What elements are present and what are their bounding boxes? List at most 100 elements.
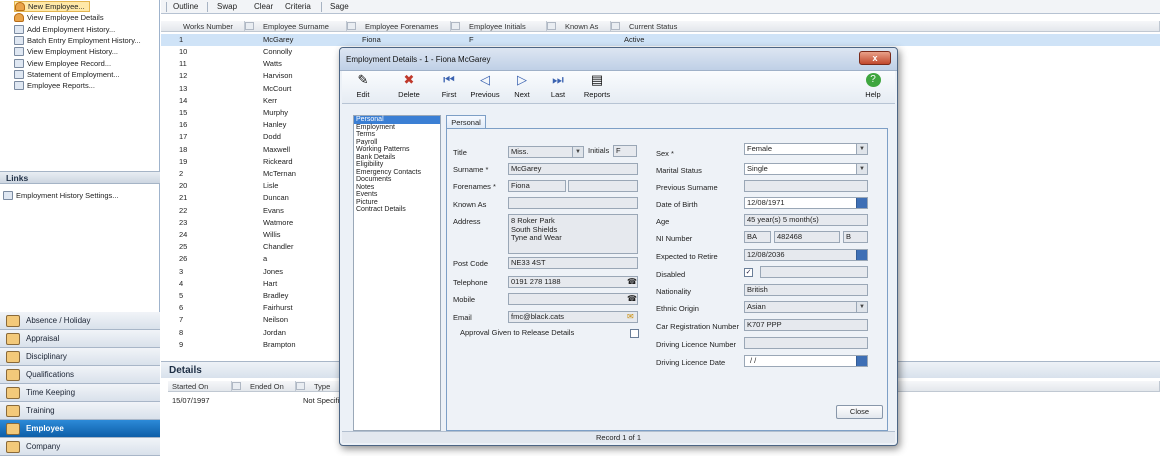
col-ended-on[interactable]: Ended On [232, 381, 296, 392]
section-item[interactable]: Picture [354, 199, 440, 207]
ni-number-field[interactable]: 482468 [774, 231, 840, 243]
help-button[interactable]: ? Help [862, 73, 884, 102]
table-row[interactable]: 22 Evans [161, 205, 341, 217]
task-item[interactable]: View Employment History... [14, 46, 118, 57]
table-row[interactable]: 3 Jones [161, 266, 341, 278]
surname-field[interactable]: McGarey [508, 163, 638, 175]
title-select[interactable]: Miss. ▼ [508, 146, 584, 158]
email-icon[interactable]: ✉ [627, 312, 636, 322]
task-item[interactable]: Add Employment History... [14, 24, 115, 35]
col-forenames[interactable]: Employee Forenames [347, 21, 451, 32]
task-item[interactable]: View Employee Record... [14, 58, 111, 69]
outline-button[interactable]: Outline [173, 0, 198, 14]
next-button[interactable]: ▷ Next [511, 73, 533, 102]
disabled-checkbox[interactable]: ✓ [744, 268, 753, 277]
table-row[interactable]: 26 a [161, 253, 341, 265]
table-row[interactable]: 2 McTernan [161, 168, 341, 180]
table-row-selected[interactable]: 1 McGarey Fiona F Active [161, 34, 1160, 46]
table-row[interactable]: 24 Willis [161, 229, 341, 241]
table-row[interactable]: 9 Brampton [161, 339, 341, 351]
first-button[interactable]: ⏮ First [438, 73, 460, 102]
section-item[interactable]: Bank Details [354, 154, 440, 162]
calendar-icon[interactable] [856, 198, 867, 208]
table-row[interactable]: 19 Rickeard [161, 156, 341, 168]
col-works-number[interactable]: Works Number [161, 21, 245, 32]
table-row[interactable]: 18 Maxwell [161, 144, 341, 156]
col-surname[interactable]: Employee Surname [245, 21, 347, 32]
task-item[interactable]: Statement of Employment... [14, 69, 120, 80]
previous-button[interactable]: ◁ Previous [468, 73, 502, 102]
criteria-button[interactable]: Criteria [285, 0, 311, 14]
phone-icon[interactable]: ☎ [627, 277, 637, 287]
email-field[interactable]: fmc@black.cats ✉ [508, 311, 638, 323]
nav-item[interactable]: Company [0, 438, 160, 456]
col-started-on[interactable]: Started On [168, 381, 232, 392]
section-item[interactable]: Eligibility [354, 161, 440, 169]
nationality-field[interactable]: British [744, 284, 868, 296]
reports-button[interactable]: ▤ Reports [582, 73, 612, 102]
nav-item[interactable]: Absence / Holiday [0, 312, 160, 330]
section-item[interactable]: Events [354, 191, 440, 199]
task-item[interactable]: Batch Entry Employment History... [14, 35, 141, 46]
sex-select[interactable]: Female ▼ [744, 143, 868, 155]
dialog-close-button[interactable]: x [859, 51, 891, 65]
postcode-field[interactable]: NE33 4ST [508, 257, 638, 269]
close-button[interactable]: Close [836, 405, 883, 419]
nav-item[interactable]: Employee [0, 420, 160, 438]
ethnic-select[interactable]: Asian ▼ [744, 301, 868, 313]
table-row[interactable]: 5 Bradley [161, 290, 341, 302]
section-item[interactable]: Contract Details [354, 206, 440, 214]
section-item[interactable]: Terms [354, 131, 440, 139]
col-known-as[interactable]: Known As [547, 21, 611, 32]
section-item[interactable]: Emergency Contacts [354, 169, 440, 177]
link-employment-history-settings[interactable]: Employment History Settings... [3, 190, 119, 201]
table-row[interactable]: 14 Kerr [161, 95, 341, 107]
address-field[interactable]: 8 Roker Park South Shields Tyne and Wear [508, 214, 638, 254]
phone-icon[interactable]: ☎ [627, 294, 637, 304]
table-row[interactable]: 17 Dodd [161, 131, 341, 143]
prev-surname-field[interactable] [744, 180, 868, 192]
edit-button[interactable]: ✎ Edit [350, 73, 376, 102]
ni-prefix-field[interactable]: BA [744, 231, 771, 243]
nav-item[interactable]: Appraisal [0, 330, 160, 348]
section-item[interactable]: Personal [354, 116, 440, 124]
col-current-status[interactable]: Current Status [611, 21, 1160, 32]
table-row[interactable]: 6 Fairhurst [161, 302, 341, 314]
sage-button[interactable]: Sage [330, 0, 349, 14]
task-item[interactable]: New Employee... [14, 1, 90, 12]
last-button[interactable]: ⏭ Last [547, 73, 569, 102]
task-item[interactable]: Employee Reports... [14, 80, 95, 91]
table-row[interactable]: 21 Duncan [161, 192, 341, 204]
table-row[interactable]: 4 Hart [161, 278, 341, 290]
table-row[interactable]: 16 Hanley [161, 119, 341, 131]
nav-item[interactable]: Time Keeping [0, 384, 160, 402]
table-row[interactable]: 13 McCourt [161, 83, 341, 95]
dob-field[interactable]: 12/08/1971 [744, 197, 868, 209]
section-item[interactable]: Employment [354, 124, 440, 132]
forenames-field-2[interactable] [568, 180, 638, 192]
table-row[interactable]: 11 Watts [161, 58, 341, 70]
initials-field[interactable]: F [613, 145, 637, 157]
section-item[interactable]: Payroll [354, 139, 440, 147]
table-row[interactable]: 23 Watmore [161, 217, 341, 229]
ni-suffix-field[interactable]: B [843, 231, 868, 243]
clear-button[interactable]: Clear [254, 0, 273, 14]
task-item[interactable]: View Employee Details [14, 12, 104, 23]
swap-button[interactable]: Swap [217, 0, 237, 14]
forenames-field[interactable]: Fiona [508, 180, 566, 192]
table-row[interactable]: 15 Murphy [161, 107, 341, 119]
licence-date-field[interactable]: / / [744, 355, 868, 367]
known-as-field[interactable] [508, 197, 638, 209]
table-row[interactable]: 20 Lisle [161, 180, 341, 192]
delete-button[interactable]: ✖ Delete [396, 73, 422, 102]
licence-number-field[interactable] [744, 337, 868, 349]
section-item[interactable]: Notes [354, 184, 440, 192]
telephone-field[interactable]: 0191 278 1188 ☎ [508, 276, 638, 288]
table-row[interactable]: 7 Neilson [161, 314, 341, 326]
nav-item[interactable]: Qualifications [0, 366, 160, 384]
mobile-field[interactable]: ☎ [508, 293, 638, 305]
nav-item[interactable]: Disciplinary [0, 348, 160, 366]
tab-personal[interactable]: Personal [446, 115, 486, 129]
disabled-details-field[interactable] [760, 266, 868, 278]
table-row[interactable]: 12 Harvison [161, 70, 341, 82]
